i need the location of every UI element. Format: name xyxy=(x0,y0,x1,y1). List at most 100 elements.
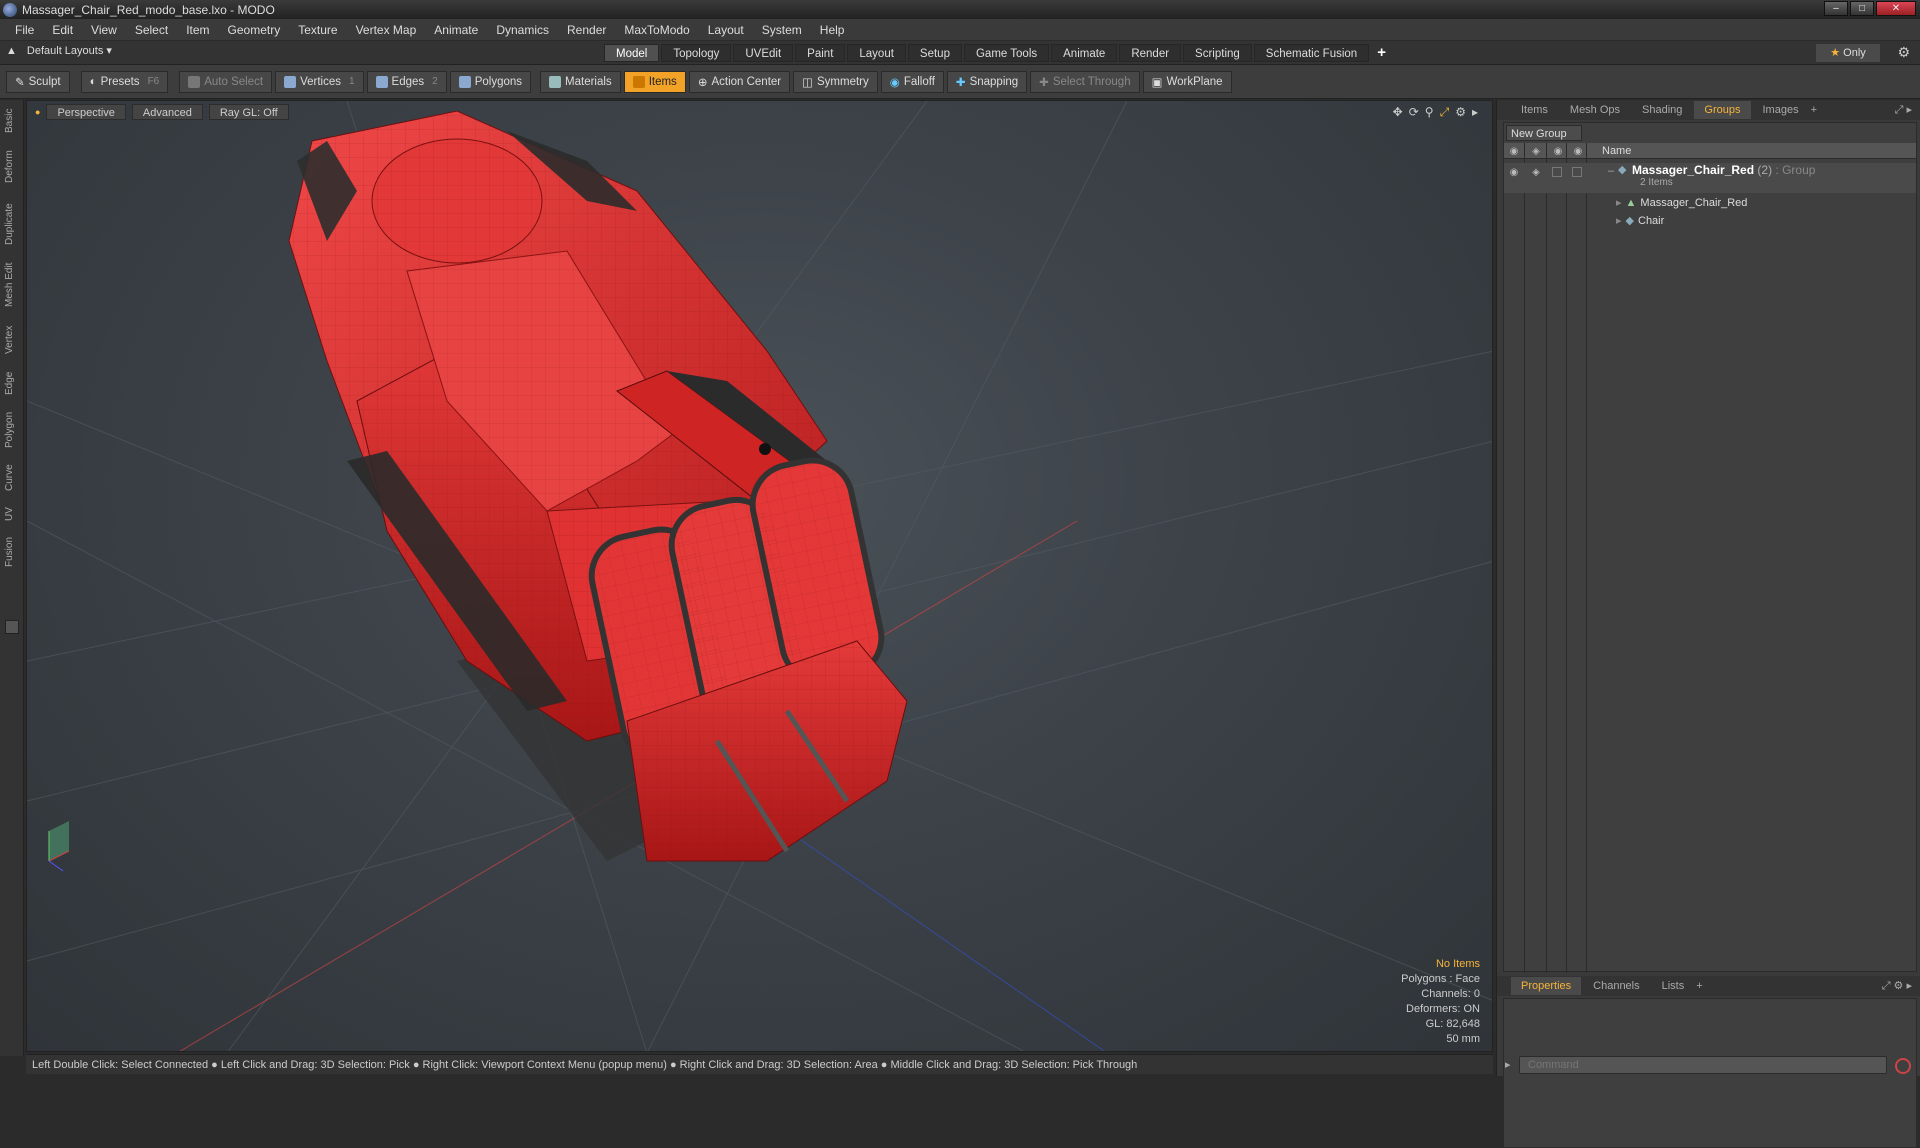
menu-texture[interactable]: Texture xyxy=(289,23,346,37)
group-render-icon[interactable]: ◈ xyxy=(1530,167,1542,178)
panel-expand-icon[interactable]: ⤢ ▸ xyxy=(1895,103,1912,117)
only-button[interactable]: ★ Only xyxy=(1816,44,1880,62)
strip-tab-deform[interactable]: Deform xyxy=(4,144,20,190)
menu-select[interactable]: Select xyxy=(126,23,177,37)
minimize-button[interactable]: – xyxy=(1824,1,1848,16)
menu-edit[interactable]: Edit xyxy=(43,23,82,37)
tab-topology[interactable]: Topology xyxy=(661,44,732,62)
lock-header-icon[interactable]: ◉ xyxy=(1552,146,1564,157)
tab-model[interactable]: Model xyxy=(604,44,660,62)
menu-dynamics[interactable]: Dynamics xyxy=(487,23,558,37)
strip-tab-mesh-edit[interactable]: Mesh Edit xyxy=(4,258,20,312)
strip-tab-fusion[interactable]: Fusion xyxy=(4,532,20,572)
layout-collapse-icon[interactable]: ▲ xyxy=(6,45,17,57)
brush-icon: ✎ xyxy=(15,76,25,89)
tab-scripting[interactable]: Scripting xyxy=(1183,44,1252,62)
add-tab-icon[interactable]: + xyxy=(1371,44,1392,62)
close-button[interactable]: ✕ xyxy=(1876,1,1916,16)
strip-tab-curve[interactable]: Curve xyxy=(4,460,20,496)
tab-layout[interactable]: Layout xyxy=(847,44,906,62)
zoom-icon[interactable]: ⚲ xyxy=(1425,105,1434,120)
bottom-panel-expand-icon[interactable]: ⤢ ⚙ ▸ xyxy=(1882,979,1912,993)
viewport-canvas[interactable] xyxy=(27,101,1493,1052)
symmetry-button[interactable]: ◫ Symmetry xyxy=(793,70,878,93)
group-lock-checkbox[interactable] xyxy=(1552,167,1562,177)
auto-select-button[interactable]: Auto Select xyxy=(179,70,273,93)
falloff-button[interactable]: ◉ Falloff xyxy=(880,70,944,93)
sculpt-button[interactable]: ✎ Sculpt xyxy=(6,70,70,93)
menu-file[interactable]: File xyxy=(6,23,43,37)
shading-mode-button[interactable]: Advanced xyxy=(131,104,203,120)
add-bottom-tab-icon[interactable]: + xyxy=(1696,980,1702,992)
strip-tab-polygon[interactable]: Polygon xyxy=(4,406,20,454)
menu-vertex-map[interactable]: Vertex Map xyxy=(347,23,426,37)
group-select-checkbox[interactable] xyxy=(1572,167,1582,177)
maximize-button[interactable]: □ xyxy=(1850,1,1874,16)
command-input[interactable] xyxy=(1519,1056,1887,1074)
tab-shading[interactable]: Shading xyxy=(1632,101,1692,119)
menu-system[interactable]: System xyxy=(753,23,811,37)
strip-tab-vertex[interactable]: Vertex xyxy=(4,320,20,360)
strip-tab-duplicate[interactable]: Duplicate xyxy=(4,198,20,250)
menu-view[interactable]: View xyxy=(82,23,126,37)
raygl-button[interactable]: Ray GL: Off xyxy=(208,104,289,120)
tab-setup[interactable]: Setup xyxy=(907,44,962,62)
polygons-button[interactable]: Polygons xyxy=(449,70,532,93)
expand-arrow-icon[interactable]: ▸ xyxy=(1472,105,1478,120)
tab-animate[interactable]: Animate xyxy=(1051,44,1118,62)
list-item[interactable]: ▸ ▲ Massager_Chair_Red xyxy=(1504,195,1916,211)
group-row[interactable]: ◉ ◈ – ◆ Massager_Chair_Red (2) : Group 2… xyxy=(1504,163,1916,193)
group-visibility-icon[interactable]: ◉ xyxy=(1508,167,1520,178)
layout-selector[interactable]: Default Layouts ▾ xyxy=(27,44,112,57)
strip-tab-basic[interactable]: Basic xyxy=(4,106,20,136)
group-collapse-icon[interactable]: – xyxy=(1608,165,1614,177)
materials-button[interactable]: Materials xyxy=(540,70,621,93)
tab-groups[interactable]: Groups xyxy=(1694,101,1751,119)
menu-item[interactable]: Item xyxy=(177,23,218,37)
add-panel-tab-icon[interactable]: + xyxy=(1811,104,1817,116)
tab-paint[interactable]: Paint xyxy=(795,44,846,62)
viewport-settings-icon[interactable]: ⚙ xyxy=(1455,105,1466,120)
tab-schematic-fusion[interactable]: Schematic Fusion xyxy=(1253,44,1370,62)
tab-mesh-ops[interactable]: Mesh Ops xyxy=(1560,101,1630,119)
command-stop-icon[interactable] xyxy=(1895,1058,1911,1074)
edges-button[interactable]: Edges 2 xyxy=(366,70,447,93)
viewport-menu-icon[interactable]: ● xyxy=(35,107,40,117)
tab-channels[interactable]: Channels xyxy=(1583,977,1649,995)
tab-items[interactable]: Items xyxy=(1511,101,1558,119)
tab-render[interactable]: Render xyxy=(1119,44,1182,62)
fit-icon[interactable]: ⤢ xyxy=(1440,105,1450,120)
tab-images[interactable]: Images xyxy=(1753,101,1809,119)
strip-tab-edge[interactable]: Edge xyxy=(4,366,20,400)
snapping-button[interactable]: ✚ Snapping xyxy=(946,70,1028,93)
list-item[interactable]: ▸ ◆ Chair xyxy=(1504,213,1916,229)
new-group-button[interactable]: New Group xyxy=(1506,125,1582,141)
visibility-header-icon[interactable]: ◉ xyxy=(1508,146,1520,157)
render-header-icon[interactable]: ◈ xyxy=(1530,146,1542,157)
strip-toggle-button[interactable] xyxy=(5,620,19,634)
rotate-icon[interactable]: ⟳ xyxy=(1409,105,1419,120)
tab-properties[interactable]: Properties xyxy=(1511,977,1582,995)
tab-uvedit[interactable]: UVEdit xyxy=(733,44,794,62)
command-history-icon[interactable]: ▸ xyxy=(1505,1058,1511,1071)
strip-tab-uv[interactable]: UV xyxy=(4,502,20,526)
gear-icon[interactable]: ⚙ xyxy=(1897,44,1910,61)
menu-geometry[interactable]: Geometry xyxy=(219,23,290,37)
menu-render[interactable]: Render xyxy=(558,23,615,37)
menu-layout[interactable]: Layout xyxy=(699,23,753,37)
menu-animate[interactable]: Animate xyxy=(425,23,487,37)
menu-help[interactable]: Help xyxy=(811,23,854,37)
pan-icon[interactable]: ✥ xyxy=(1393,105,1403,120)
menu-maxtomodo[interactable]: MaxToModo xyxy=(615,23,698,37)
view-type-button[interactable]: Perspective xyxy=(46,104,126,120)
vertices-button[interactable]: Vertices 1 xyxy=(275,70,364,93)
workplane-button[interactable]: ▣ WorkPlane xyxy=(1142,70,1232,93)
action-center-button[interactable]: ⊕ Action Center xyxy=(688,70,791,93)
3d-viewport[interactable]: ● Perspective Advanced Ray GL: Off ✥ ⟳ ⚲… xyxy=(26,100,1493,1052)
tab-game-tools[interactable]: Game Tools xyxy=(963,44,1050,62)
select-header-icon[interactable]: ◉ xyxy=(1572,146,1584,157)
tab-lists[interactable]: Lists xyxy=(1652,977,1695,995)
items-button[interactable]: Items xyxy=(623,70,686,93)
presets-button[interactable]: ◐ Presets F6 xyxy=(80,70,169,93)
select-through-button[interactable]: ✚ Select Through xyxy=(1030,70,1140,93)
